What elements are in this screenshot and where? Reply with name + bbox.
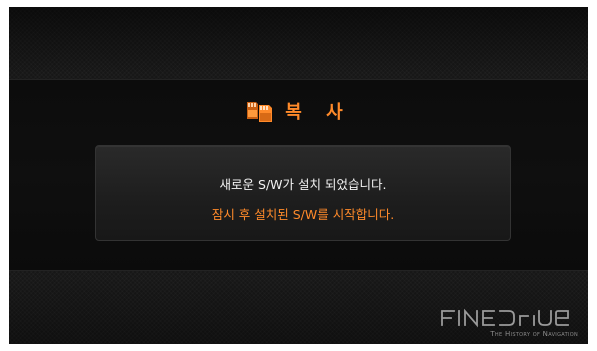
screen: 복 사 새로운 S/W가 설치 되었습니다. 잠시 후 설치된 S/W를 시작합… — [9, 7, 588, 344]
finedrive-wordmark — [441, 308, 569, 328]
dialog-title-row: 복 사 — [9, 97, 588, 125]
message-line-2: 잠시 후 설치된 S/W를 시작합니다. — [211, 207, 395, 222]
dialog-title: 복 사 — [285, 102, 352, 123]
message-box: 새로운 S/W가 설치 되었습니다. 잠시 후 설치된 S/W를 시작합니다. — [95, 145, 511, 241]
memory-card-icon — [245, 99, 275, 123]
finedrive-logo: The History of Navigation — [438, 308, 578, 338]
message-line-1: 새로운 S/W가 설치 되었습니다. — [219, 177, 387, 192]
logo-tagline: The History of Navigation — [490, 330, 578, 338]
